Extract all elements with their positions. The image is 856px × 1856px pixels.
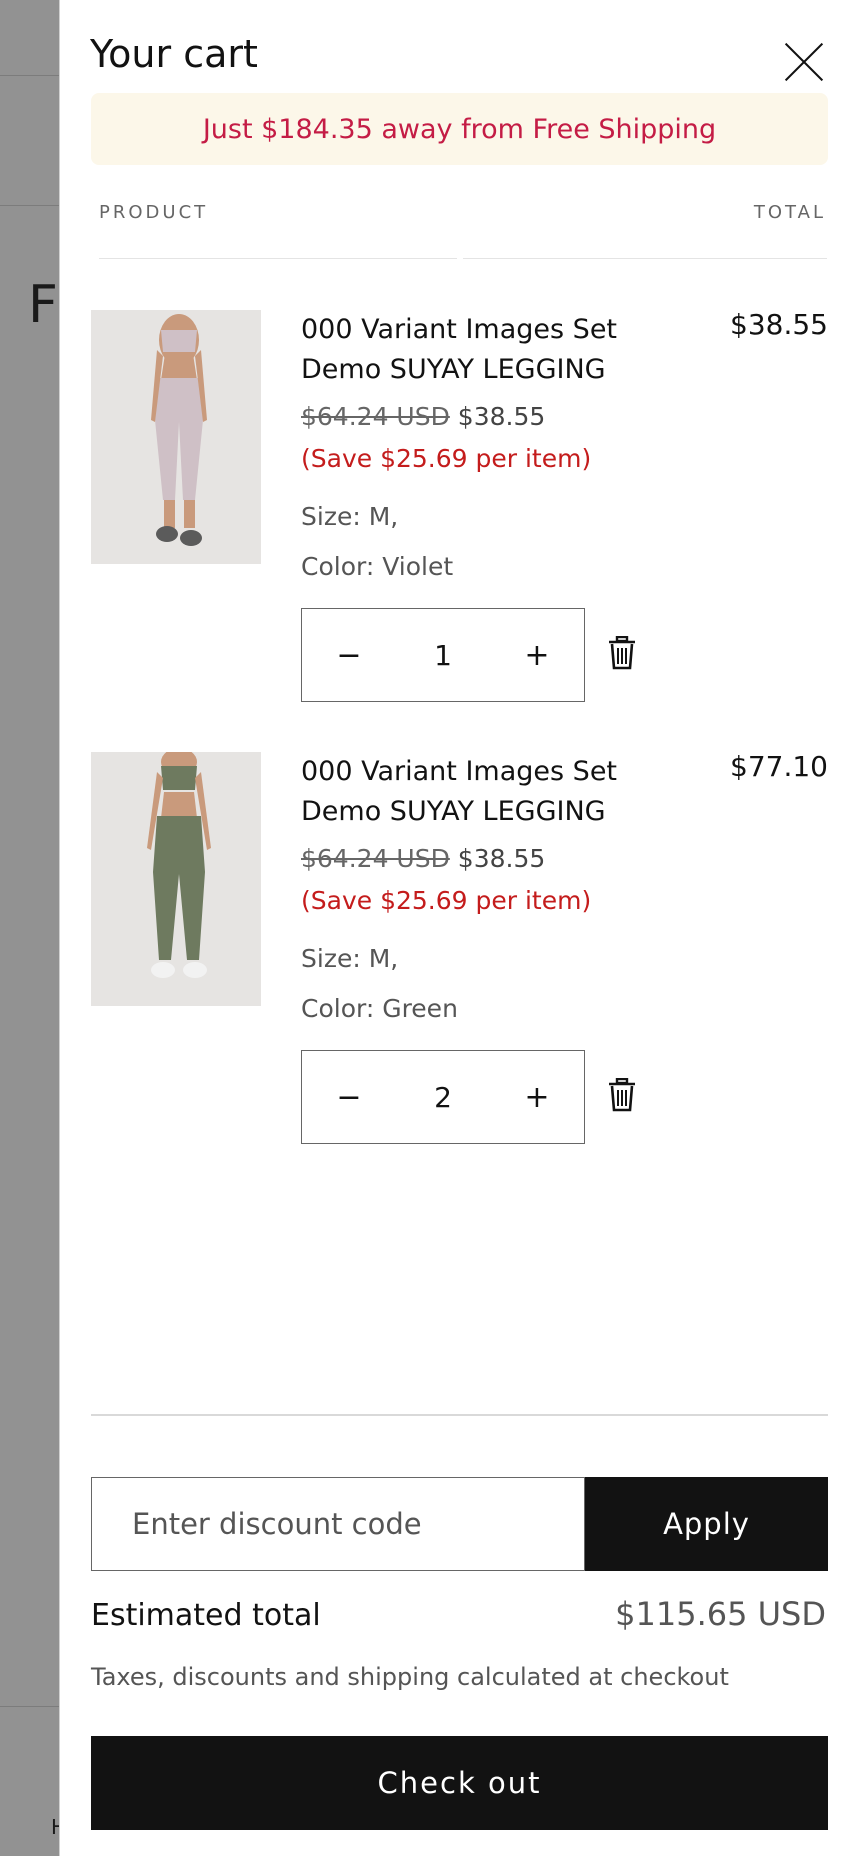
compare-at-price: $64.24 USD bbox=[301, 402, 450, 431]
compare-at-price: $64.24 USD bbox=[301, 844, 450, 873]
tax-note: Taxes, discounts and shipping calculated… bbox=[91, 1663, 729, 1691]
footer-divider bbox=[91, 1414, 828, 1416]
background-divider bbox=[0, 75, 60, 76]
trash-icon[interactable] bbox=[607, 635, 637, 670]
cart-title: Your cart bbox=[90, 32, 258, 76]
plus-icon[interactable]: + bbox=[490, 608, 584, 702]
price-line: $64.24 USD $38.55 bbox=[301, 844, 545, 873]
trash-icon[interactable] bbox=[607, 1077, 637, 1112]
plus-icon[interactable]: + bbox=[490, 1050, 584, 1144]
background-heading-fragment: F bbox=[28, 275, 58, 335]
sale-price: $38.55 bbox=[457, 844, 546, 873]
size-option: Size: M, bbox=[301, 502, 399, 531]
estimated-total-value: $115.65 USD bbox=[615, 1595, 826, 1633]
close-icon[interactable] bbox=[782, 40, 826, 84]
free-shipping-banner: Just $184.35 away from Free Shipping bbox=[91, 93, 828, 165]
product-image[interactable] bbox=[91, 310, 261, 564]
quantity-stepper: − 1 + bbox=[301, 608, 585, 702]
minus-icon[interactable]: − bbox=[302, 608, 396, 702]
savings-text: (Save $25.69 per item) bbox=[301, 886, 592, 915]
background-divider bbox=[0, 205, 60, 206]
color-option: Color: Violet bbox=[301, 552, 454, 581]
background-divider bbox=[0, 1706, 60, 1707]
checkout-button[interactable]: Check out bbox=[91, 1736, 828, 1830]
green-legging-photo-icon bbox=[91, 752, 261, 1006]
violet-legging-photo-icon bbox=[91, 310, 261, 564]
sale-price: $38.55 bbox=[457, 402, 546, 431]
column-header-total: TOTAL bbox=[753, 202, 826, 223]
product-name[interactable]: 000 Variant Images Set Demo SUYAY LEGGIN… bbox=[301, 752, 641, 832]
savings-text: (Save $25.69 per item) bbox=[301, 444, 592, 473]
item-total: $38.55 bbox=[730, 308, 828, 341]
size-option: Size: M, bbox=[301, 944, 399, 973]
product-name[interactable]: 000 Variant Images Set Demo SUYAY LEGGIN… bbox=[301, 310, 641, 390]
header-divider bbox=[463, 258, 827, 259]
item-total: $77.10 bbox=[730, 750, 828, 783]
quantity-value[interactable]: 2 bbox=[403, 1081, 483, 1114]
quantity-stepper: − 2 + bbox=[301, 1050, 585, 1144]
estimated-total-label: Estimated total bbox=[91, 1598, 321, 1633]
minus-icon[interactable]: − bbox=[302, 1050, 396, 1144]
header-divider bbox=[99, 258, 457, 259]
apply-discount-button[interactable]: Apply bbox=[585, 1477, 828, 1571]
product-image[interactable] bbox=[91, 752, 261, 1006]
cart-drawer: Your cart Just $184.35 away from Free Sh… bbox=[59, 0, 856, 1856]
background-page: F H bbox=[0, 0, 66, 1856]
color-option: Color: Green bbox=[301, 994, 458, 1023]
quantity-value[interactable]: 1 bbox=[403, 639, 483, 672]
price-line: $64.24 USD $38.55 bbox=[301, 402, 545, 431]
discount-code-input[interactable] bbox=[91, 1477, 585, 1571]
column-header-product: PRODUCT bbox=[99, 202, 209, 223]
discount-form: Apply bbox=[91, 1477, 828, 1571]
